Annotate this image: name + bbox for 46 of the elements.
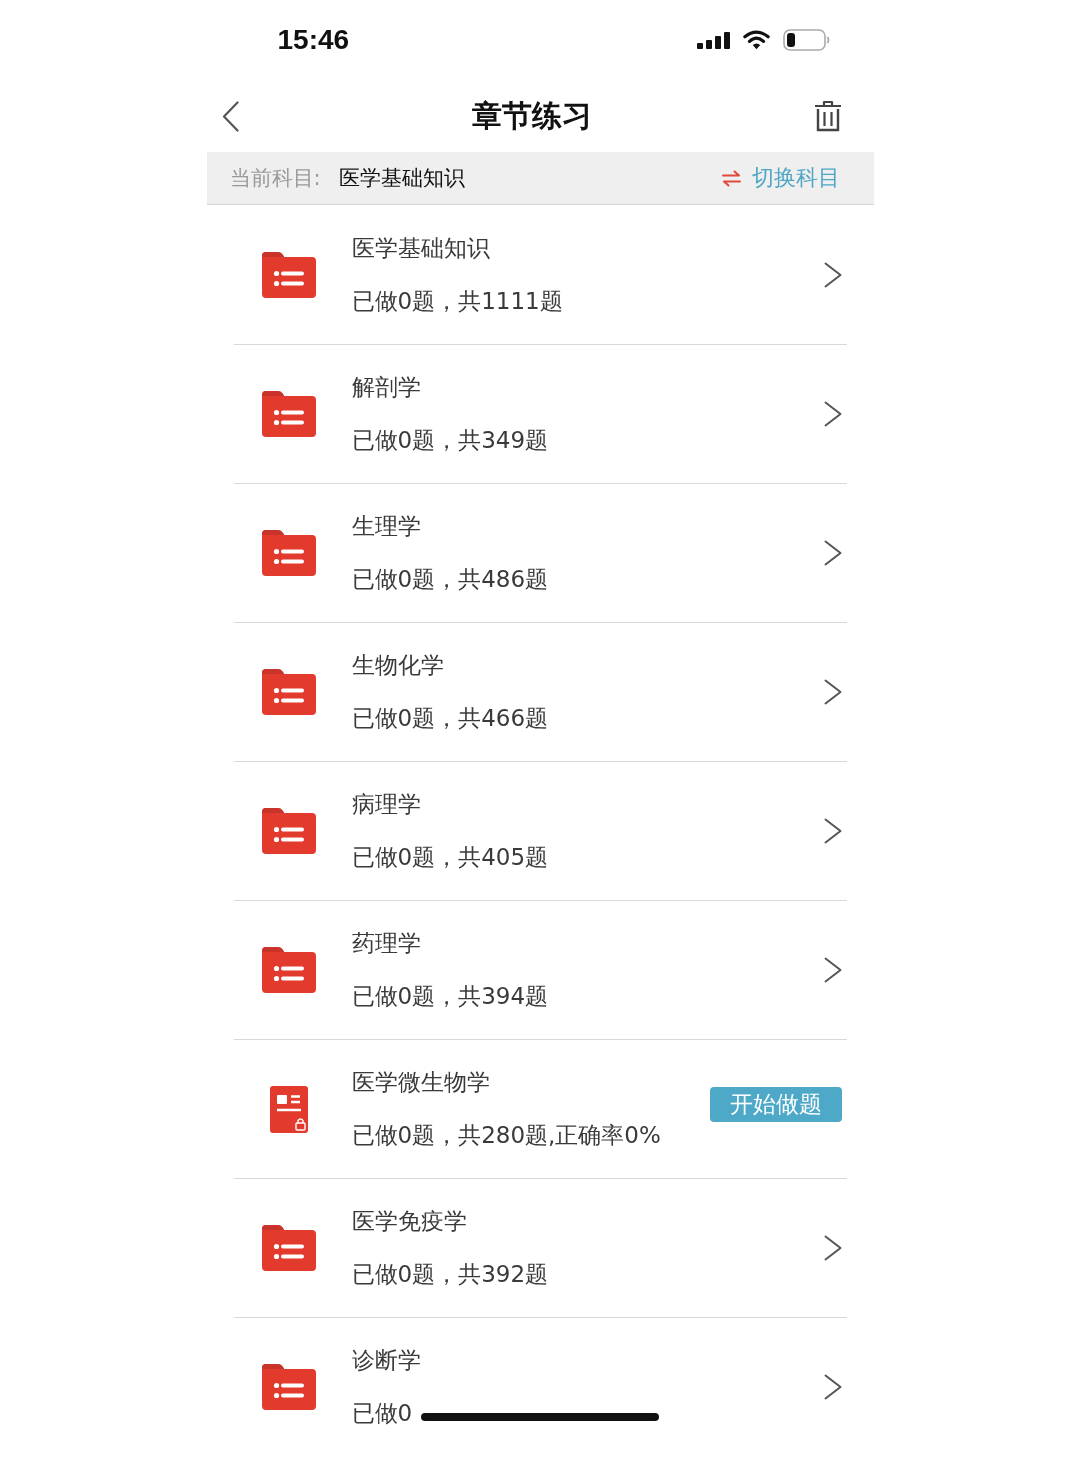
question-count: 已做0题，共486题 xyxy=(351,565,549,594)
chapter-title: 医学基础知识 xyxy=(351,233,490,263)
folder-list-icon xyxy=(261,669,316,715)
chevron-right-icon[interactable] xyxy=(823,261,842,288)
page-title: 章节练习 xyxy=(471,96,592,135)
wifi-icon xyxy=(742,30,770,50)
chevron-right-icon[interactable] xyxy=(823,1374,842,1400)
question-count: 已做0题，共349题 xyxy=(351,426,549,455)
question-count: 已做0题，共392题 xyxy=(351,1260,549,1289)
chapter-title: 药理学 xyxy=(351,929,421,958)
chevron-right-icon[interactable] xyxy=(823,818,842,844)
chevron-right-icon[interactable] xyxy=(823,401,842,427)
folder-list-icon xyxy=(261,530,316,576)
folder-list-icon xyxy=(261,391,316,437)
chapter-title: 生理学 xyxy=(351,512,421,541)
subject-name: 医学基础知识 xyxy=(338,165,465,192)
battery-icon xyxy=(782,29,830,51)
folder-list-icon xyxy=(261,1225,316,1271)
folder-list-icon xyxy=(261,808,316,854)
folder-list-icon xyxy=(261,947,316,993)
folder-list-icon xyxy=(261,251,316,298)
chapter-title: 诊断学 xyxy=(351,1346,421,1375)
chapter-title: 病理学 xyxy=(351,790,421,819)
chapter-title: 解剖学 xyxy=(351,373,421,402)
chapter-title: 医学微生物学 xyxy=(351,1068,490,1097)
start-quiz-button[interactable]: 开始做题 xyxy=(709,1086,842,1122)
document-lock-icon xyxy=(269,1085,308,1133)
subject-label: 当前科目: xyxy=(229,165,321,192)
chevron-right-icon[interactable] xyxy=(823,957,842,983)
question-count: 已做0题，共466题 xyxy=(351,704,549,733)
question-count: 已做0题，共405题 xyxy=(351,843,549,872)
chapter-title: 医学免疫学 xyxy=(351,1207,467,1236)
status-time: 15:46 xyxy=(277,24,350,56)
switch-subject-button[interactable]: 切换科目 xyxy=(721,163,840,193)
back-icon[interactable] xyxy=(221,100,239,132)
trash-icon[interactable] xyxy=(813,100,842,132)
folder-list-icon xyxy=(261,1364,316,1410)
chevron-right-icon[interactable] xyxy=(823,679,842,705)
question-count: 已做0题，共1111题 xyxy=(351,286,563,316)
question-count: 已做0题，共394题 xyxy=(351,982,549,1011)
chevron-right-icon[interactable] xyxy=(823,1235,842,1261)
question-count: 已做0 xyxy=(351,1399,413,1428)
chapter-title: 生物化学 xyxy=(351,651,444,680)
question-count: 已做0题，共280题,正确率0% xyxy=(351,1121,661,1150)
chevron-right-icon[interactable] xyxy=(823,540,842,566)
signal-icon xyxy=(696,31,730,49)
